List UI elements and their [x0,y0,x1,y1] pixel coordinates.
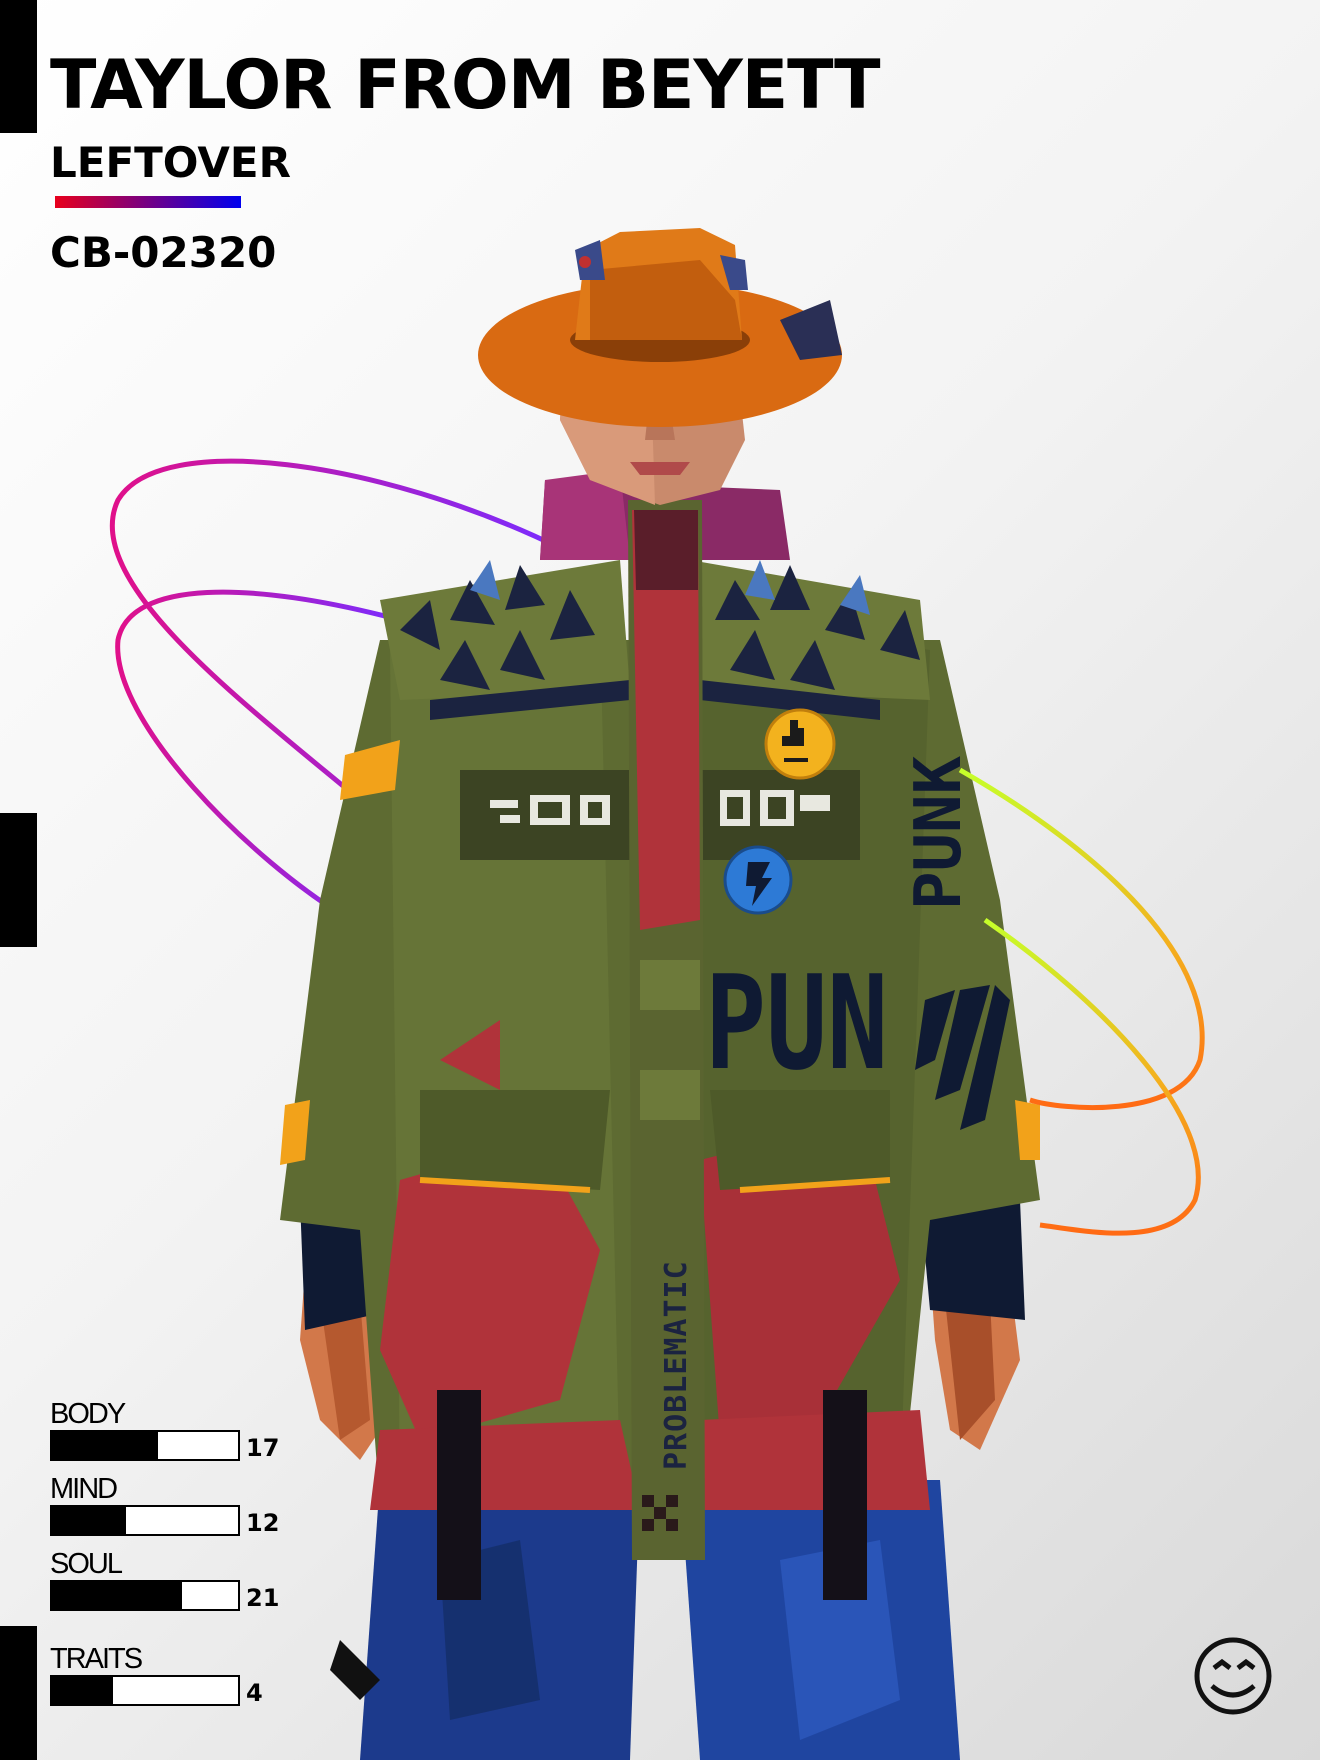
stat-bar-fill [52,1507,127,1534]
stat-value: 12 [246,1509,280,1537]
smiley-logo-icon [1194,1637,1272,1715]
character-class: LEFTOVER [50,138,291,187]
character-id-code: CB-02320 [50,228,277,277]
stat-label: SOUL [50,1548,123,1580]
stat-value: 4 [246,1679,263,1707]
stat-bar-fill [52,1677,114,1704]
center-stripe: PROBLEMATIC [628,500,705,1560]
stat-bar [50,1675,240,1706]
character-name: TAYLOR FROM BEYETT [50,46,880,125]
stat-bar [50,1430,240,1461]
stat-bar [50,1580,240,1611]
stat-value: 17 [246,1434,280,1462]
stat-label: TRAITS [50,1643,143,1675]
stat-label: MIND [50,1473,118,1505]
stat-body: BODY 17 [50,1398,310,1461]
stat-bar-fill [52,1582,183,1609]
sleeve-print-punk: PUNK [902,755,976,910]
stat-bar-fill [52,1432,159,1459]
stat-soul: SOUL 21 [50,1548,310,1611]
stat-value: 21 [246,1584,280,1612]
hand-badge-icon [764,708,836,780]
chest-print-pun: PUN [705,949,888,1100]
stat-label: BODY [50,1398,126,1430]
accent-gradient-bar [55,196,241,208]
hat [478,228,842,427]
stat-mind: MIND 12 [50,1473,310,1536]
stat-traits: TRAITS 4 [50,1643,310,1706]
stat-bar [50,1505,240,1536]
stripe-print-problematic: PROBLEMATIC [659,1260,694,1470]
bolt-badge-icon [723,845,793,915]
